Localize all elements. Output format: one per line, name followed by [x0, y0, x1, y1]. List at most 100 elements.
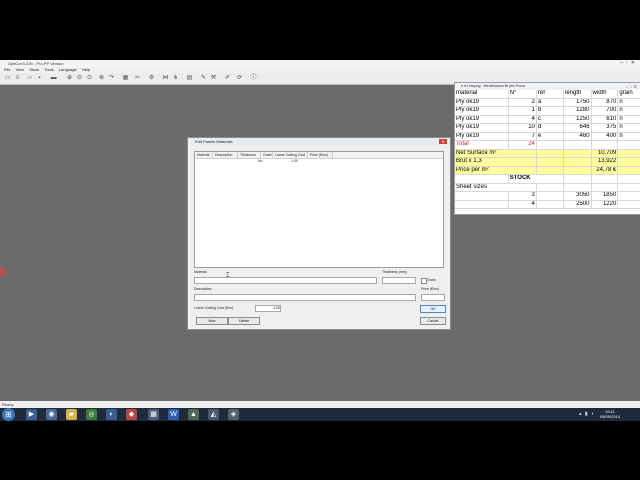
- stock-label[interactable]: STOCK: [508, 174, 564, 184]
- menu-language[interactable]: Language: [59, 67, 77, 72]
- cell[interactable]: [455, 174, 509, 184]
- zoom-out-icon[interactable]: ⊖: [76, 75, 83, 82]
- cell[interactable]: [617, 174, 640, 184]
- cell[interactable]: [536, 191, 564, 201]
- brut-value[interactable]: 13,922: [591, 157, 619, 167]
- app-red-icon[interactable]: ◆: [126, 409, 137, 420]
- cell[interactable]: [536, 149, 564, 158]
- cell[interactable]: [617, 200, 640, 209]
- cell[interactable]: [536, 183, 564, 192]
- cell[interactable]: Ply ok19: [455, 132, 509, 141]
- col-description[interactable]: Description: [213, 152, 238, 158]
- cell[interactable]: n: [617, 115, 640, 124]
- cell[interactable]: 870: [591, 98, 619, 107]
- cell[interactable]: Ply ok19: [455, 115, 509, 124]
- cell[interactable]: [563, 140, 592, 150]
- thickness-field[interactable]: [382, 277, 416, 284]
- word-icon[interactable]: W: [168, 409, 179, 420]
- optimize-icon[interactable]: ⚙: [148, 75, 155, 82]
- folder-icon[interactable]: ▰: [66, 409, 77, 420]
- cell[interactable]: b: [536, 106, 564, 116]
- net-surface-value[interactable]: 10,709: [591, 149, 619, 158]
- table-row[interactable]: No 1.00: [195, 159, 443, 164]
- header-width[interactable]: width: [591, 90, 619, 99]
- delete-button[interactable]: Delete: [228, 317, 260, 325]
- zoom-fit-icon[interactable]: ⊙: [86, 75, 93, 82]
- clock[interactable]: 15:11 05/09/2014: [600, 409, 620, 419]
- cell[interactable]: [617, 191, 640, 201]
- header-material[interactable]: material: [455, 90, 509, 99]
- cell[interactable]: 700: [591, 106, 619, 116]
- new-button[interactable]: New: [196, 317, 228, 325]
- cell[interactable]: n: [617, 106, 640, 116]
- cell[interactable]: [536, 166, 564, 175]
- chrome-icon[interactable]: ◎: [86, 409, 97, 420]
- cell[interactable]: [563, 174, 592, 184]
- cell[interactable]: [591, 183, 619, 192]
- cell[interactable]: [591, 140, 619, 150]
- sheet-sizes-label[interactable]: Sheet sizes: [455, 183, 537, 192]
- redo-icon[interactable]: ↷: [108, 75, 115, 82]
- menu-help[interactable]: Help: [82, 67, 90, 72]
- cell[interactable]: n: [617, 98, 640, 107]
- cell[interactable]: 1250: [563, 115, 592, 124]
- cell[interactable]: 4: [508, 115, 537, 124]
- spreadsheet-table[interactable]: material N° ref length width grain Ply o…: [455, 90, 640, 209]
- print-icon[interactable]: ▬: [50, 75, 57, 82]
- menu-file[interactable]: File: [4, 67, 10, 72]
- zoom-area-icon[interactable]: ⊗: [98, 75, 105, 82]
- header-length[interactable]: length: [563, 90, 592, 99]
- calculator-icon[interactable]: ▦: [148, 409, 159, 420]
- menu-tools[interactable]: Tools: [44, 67, 53, 72]
- linear-cost-field[interactable]: 1.00: [255, 305, 281, 312]
- cell[interactable]: 3050: [563, 191, 592, 201]
- cell[interactable]: n: [617, 123, 640, 133]
- media-player-icon[interactable]: ▶: [26, 409, 37, 420]
- cell[interactable]: [617, 183, 640, 192]
- cell[interactable]: 1850: [591, 191, 619, 201]
- cell[interactable]: [617, 149, 640, 158]
- price-per-m2-label[interactable]: Price per m²: [455, 166, 537, 175]
- app-icon[interactable]: ◈: [228, 409, 239, 420]
- cell[interactable]: 400: [591, 132, 619, 141]
- cell[interactable]: 1220: [591, 200, 619, 209]
- cell[interactable]: 1280: [563, 106, 592, 116]
- cell[interactable]: [536, 140, 564, 150]
- nodes-icon[interactable]: ⋈: [162, 75, 169, 82]
- cell[interactable]: 1: [508, 106, 537, 116]
- list-icon[interactable]: ≡: [14, 75, 21, 82]
- cell[interactable]: a: [536, 98, 564, 107]
- cell[interactable]: n: [617, 132, 640, 141]
- total-label[interactable]: Total: [455, 140, 509, 150]
- cell[interactable]: 460: [563, 132, 592, 141]
- cell[interactable]: 646: [563, 123, 592, 133]
- menu-view[interactable]: View: [16, 67, 25, 72]
- cut-icon[interactable]: ✂: [134, 75, 141, 82]
- col-price[interactable]: Price (€/m²): [308, 152, 333, 158]
- opticut-icon[interactable]: ▲: [188, 409, 199, 420]
- cell[interactable]: Ply ok19: [455, 106, 509, 116]
- cell[interactable]: [563, 183, 592, 192]
- col-thickness[interactable]: Thickness: [238, 152, 261, 158]
- window-controls[interactable]: –▫✕: [620, 60, 638, 67]
- cell[interactable]: [455, 191, 509, 201]
- split-icon[interactable]: ⋔: [172, 75, 179, 82]
- col-linear-cost[interactable]: Linear Cutting Cost: [273, 152, 308, 158]
- start-button[interactable]: ⊞: [2, 408, 15, 421]
- cell[interactable]: 375: [591, 123, 619, 133]
- dialog-close-button[interactable]: ✕: [439, 139, 447, 144]
- description-field[interactable]: [194, 294, 416, 301]
- menu-stock[interactable]: Stock: [29, 67, 39, 72]
- price-per-m2-value[interactable]: 24,78 €: [591, 166, 619, 175]
- ok-button[interactable]: OK: [420, 305, 446, 313]
- cell[interactable]: 7: [508, 132, 537, 141]
- cell[interactable]: 610: [591, 115, 619, 124]
- price-field[interactable]: [421, 294, 445, 301]
- tray-icons[interactable]: ▴ ▮ ◖: [579, 411, 595, 417]
- tool-icon[interactable]: ◭: [208, 409, 219, 420]
- browser-icon[interactable]: ◐: [106, 409, 117, 420]
- cell[interactable]: [617, 166, 640, 175]
- spreadsheet-window-controls[interactable]: –▫✕: [626, 83, 639, 90]
- cell[interactable]: Ply ok19: [455, 98, 509, 107]
- cell[interactable]: [563, 149, 592, 158]
